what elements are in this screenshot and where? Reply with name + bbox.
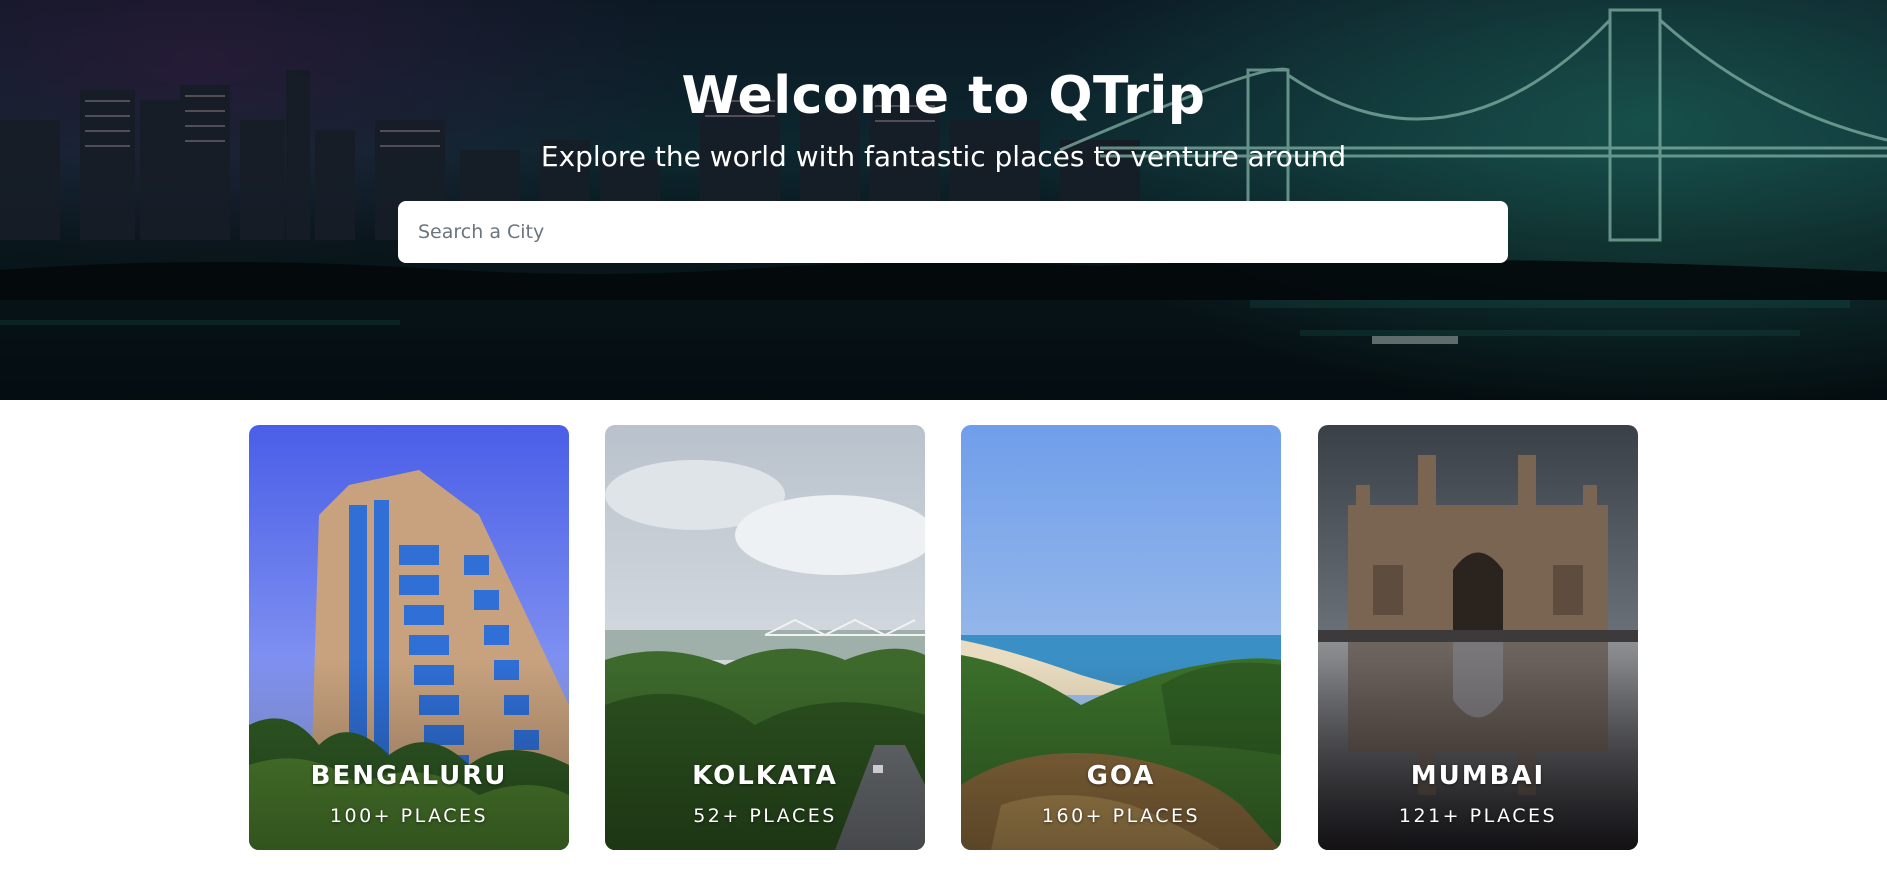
city-name: GOA (1086, 761, 1156, 791)
city-card-grid: BENGALURU 100+ PLACES KOLKATA 52+ PLACES… (0, 425, 1887, 850)
city-card-kolkata[interactable]: KOLKATA 52+ PLACES (605, 425, 925, 850)
city-name: BENGALURU (310, 761, 508, 791)
city-places-count: 100+ PLACES (329, 805, 489, 827)
city-card-bengaluru[interactable]: BENGALURU 100+ PLACES (249, 425, 569, 850)
hero-banner: Welcome to QTrip Explore the world with … (0, 0, 1887, 400)
city-search-input[interactable] (398, 201, 1508, 263)
hero-overlay (0, 0, 1887, 400)
hero-subtitle: Explore the world with fantastic places … (540, 140, 1347, 173)
city-card-goa[interactable]: GOA 160+ PLACES (961, 425, 1281, 850)
city-card-mumbai[interactable]: MUMBAI 121+ PLACES (1318, 425, 1638, 850)
hero-title: Welcome to QTrip (681, 66, 1206, 126)
city-name: KOLKATA (692, 761, 838, 791)
city-name: MUMBAI (1410, 761, 1546, 791)
city-places-count: 52+ PLACES (693, 805, 837, 827)
city-places-count: 121+ PLACES (1398, 805, 1558, 827)
city-places-count: 160+ PLACES (1041, 805, 1201, 827)
